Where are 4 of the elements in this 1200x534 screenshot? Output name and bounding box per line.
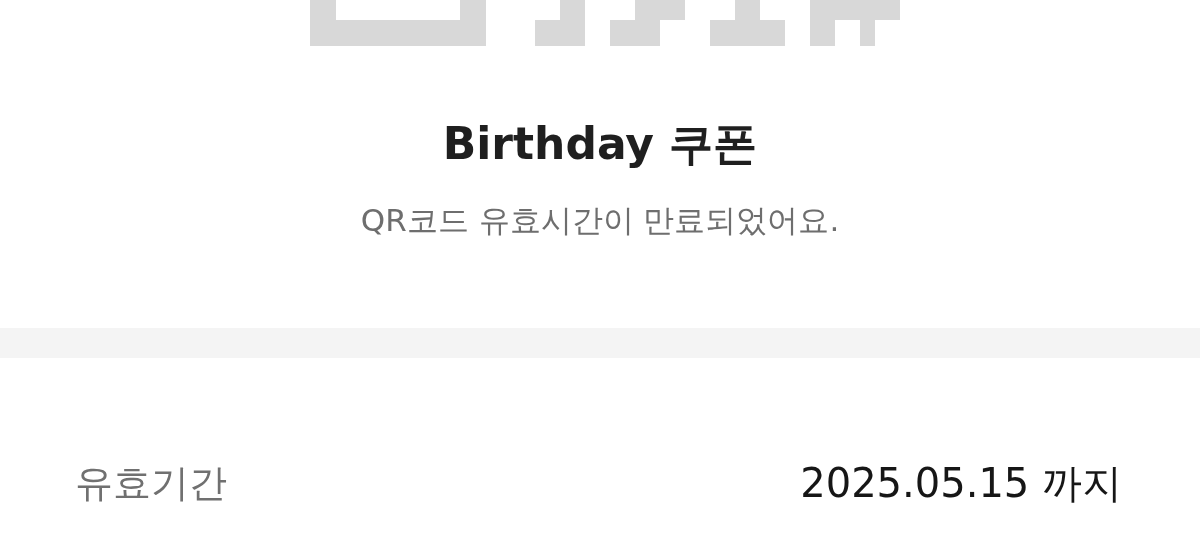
detail-label: 유효기간 — [75, 460, 227, 507]
detail-value: 2025.05.15 까지 — [800, 459, 1122, 508]
expired-message: QR코드 유효시간이 만료되었어요. — [360, 201, 840, 240]
coupon-title: Birthday 쿠폰 — [442, 117, 758, 171]
